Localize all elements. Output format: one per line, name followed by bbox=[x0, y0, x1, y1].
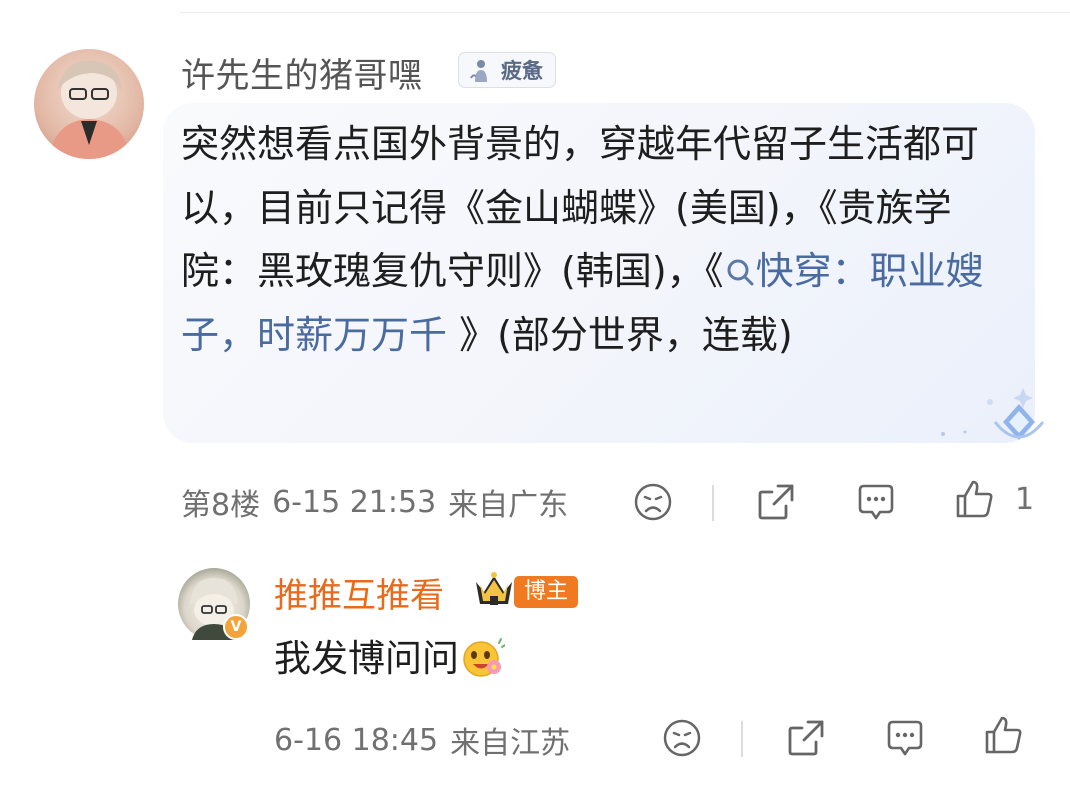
floor-number: 第8楼 bbox=[181, 488, 261, 523]
avatar[interactable] bbox=[34, 49, 144, 159]
like-icon[interactable] bbox=[952, 478, 996, 522]
reply-meta: 6-16 18:45 来自江苏 bbox=[274, 716, 582, 764]
share-icon[interactable] bbox=[754, 480, 798, 524]
share-icon[interactable] bbox=[784, 716, 828, 760]
reply-text: 我发博问问 bbox=[274, 633, 505, 685]
divider bbox=[712, 485, 714, 521]
like-count: 1 bbox=[1015, 482, 1035, 517]
like-icon[interactable] bbox=[981, 714, 1025, 758]
mood-badge[interactable]: 疲惫 bbox=[458, 52, 556, 88]
comment-location: 来自广东 bbox=[448, 488, 569, 523]
mood-icon[interactable] bbox=[660, 716, 704, 760]
mood-icon[interactable] bbox=[631, 480, 675, 524]
reply-username[interactable]: 推推互推看 bbox=[274, 568, 444, 617]
divider bbox=[741, 721, 743, 757]
sparkle-decoration bbox=[941, 388, 1045, 440]
username[interactable]: 许先生的猪哥嘿 bbox=[181, 48, 423, 97]
search-icon[interactable] bbox=[724, 256, 756, 288]
tired-mood-icon bbox=[470, 60, 487, 82]
comment-meta: 第8楼 6-15 21:53 来自广东 bbox=[181, 478, 580, 526]
blogger-tag: 博主 bbox=[514, 576, 579, 608]
reply-time: 6-16 18:45 bbox=[274, 722, 439, 758]
mood-label: 疲惫 bbox=[501, 59, 543, 83]
reply-location: 来自江苏 bbox=[450, 726, 571, 761]
comment-time: 6-15 21:53 bbox=[272, 484, 437, 520]
comment-icon[interactable] bbox=[854, 480, 898, 524]
crown-icon bbox=[476, 572, 512, 605]
comment-icon[interactable] bbox=[883, 716, 927, 760]
emoji bbox=[463, 638, 505, 677]
reply-text-content: 我发博问问 bbox=[274, 637, 459, 680]
comment-text: 突然想看点国外背景的，穿越年代留子生活都可以，目前只记得《金山蝴蝶》(美国)，《… bbox=[181, 113, 1026, 367]
verify-icon: V bbox=[223, 614, 249, 640]
comment-text-part: 》(部分世界，连载) bbox=[447, 312, 793, 357]
top-divider bbox=[180, 12, 1070, 13]
